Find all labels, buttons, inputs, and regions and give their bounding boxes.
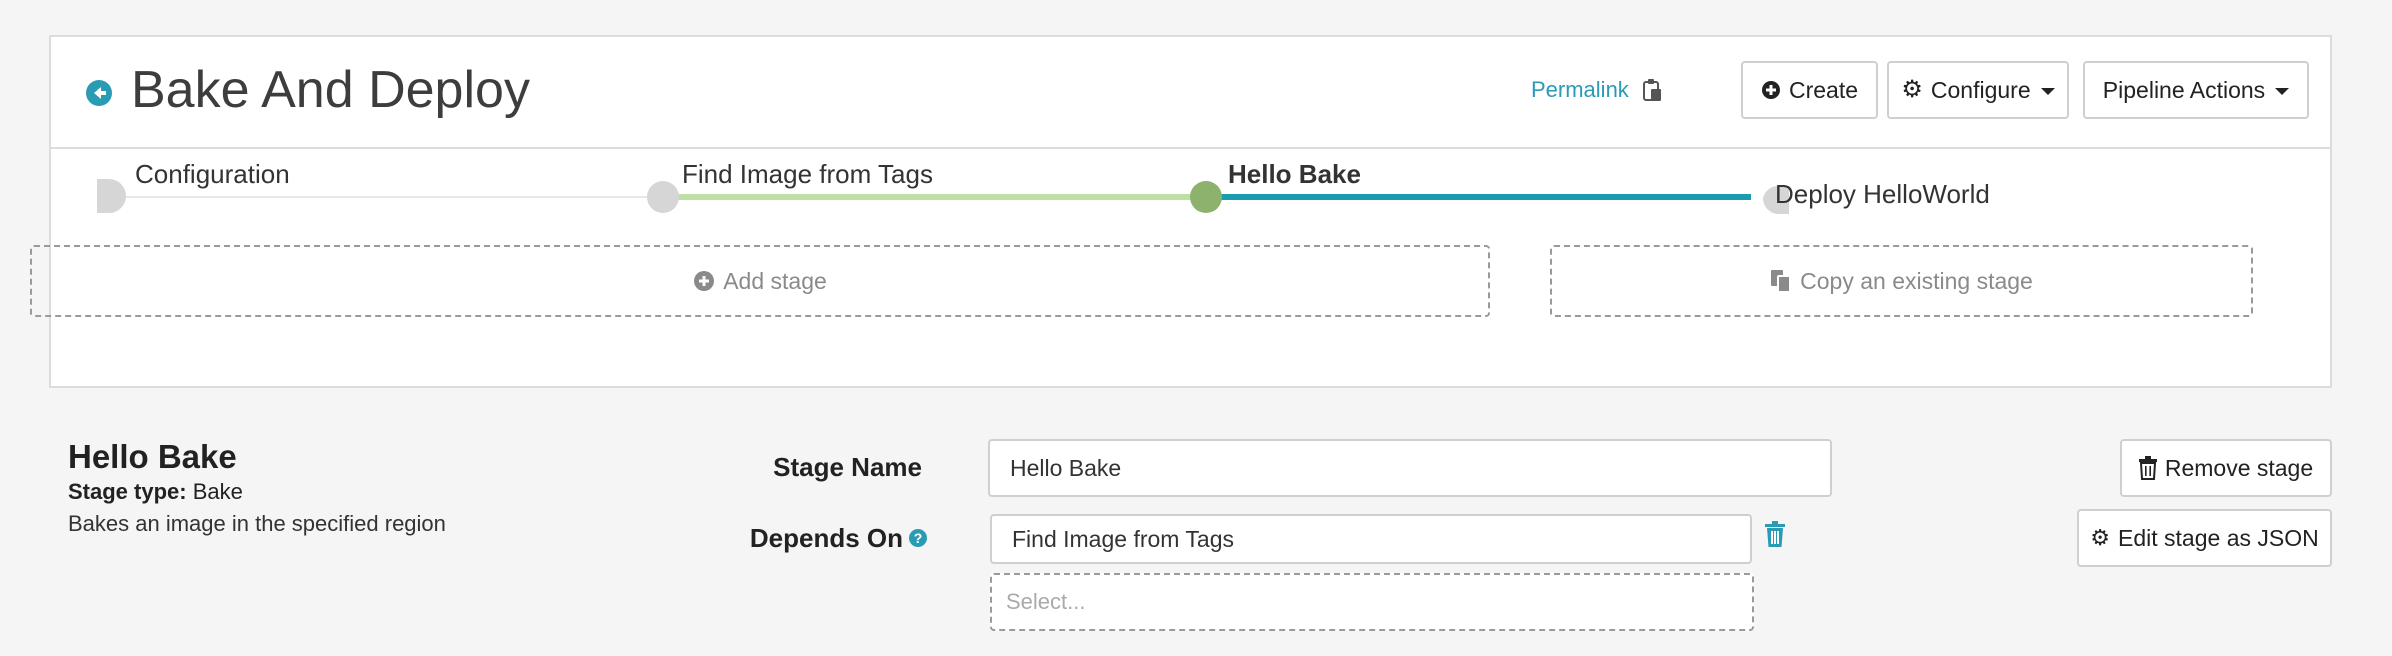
stage-name-label: Stage Name bbox=[773, 452, 922, 482]
gear-icon: ⚙ bbox=[2090, 525, 2111, 550]
edit-stage-json-label: Edit stage as JSON bbox=[2118, 524, 2319, 551]
configure-button[interactable]: ⚙ Configure bbox=[1887, 61, 2069, 119]
configure-button-label: Configure bbox=[1930, 76, 2031, 103]
copy-stage-label: Copy an existing stage bbox=[1800, 267, 2033, 294]
clipboard-icon[interactable] bbox=[1641, 77, 1663, 103]
gear-icon: ⚙ bbox=[1901, 76, 1923, 103]
stage-type-label: Stage type: bbox=[68, 479, 187, 504]
stage-label-deploy[interactable]: Deploy HelloWorld bbox=[1775, 179, 1990, 210]
pipeline-title: Bake And Deploy bbox=[131, 61, 530, 119]
permalink-link[interactable]: Permalink bbox=[1531, 77, 1629, 103]
depends-on-select-placeholder: Select... bbox=[1006, 589, 1086, 614]
remove-stage-button[interactable]: Remove stage bbox=[2120, 439, 2332, 497]
pipeline-actions-button[interactable]: Pipeline Actions bbox=[2083, 61, 2309, 119]
stage-label-hello-bake[interactable]: Hello Bake bbox=[1228, 159, 1361, 190]
add-stage-button[interactable]: Add stage bbox=[30, 245, 1490, 317]
copy-icon bbox=[1771, 270, 1792, 293]
graph-node-find-image[interactable] bbox=[647, 181, 679, 213]
remove-stage-label: Remove stage bbox=[2164, 454, 2314, 481]
depends-on-field[interactable]: Find Image from Tags bbox=[990, 514, 1752, 564]
stage-title: Hello Bake bbox=[68, 438, 237, 475]
pipeline-header: Bake And Deploy Permalink Create ⚙ Confi… bbox=[51, 37, 2330, 149]
edit-stage-json-button[interactable]: ⚙ Edit stage as JSON bbox=[2077, 509, 2332, 567]
help-icon[interactable]: ? bbox=[908, 528, 928, 548]
back-arrow-icon[interactable] bbox=[85, 79, 113, 107]
create-button-label: Create bbox=[1788, 76, 1859, 103]
graph-node-hello-bake[interactable] bbox=[1190, 181, 1222, 213]
pipeline-panel: Bake And Deploy Permalink Create ⚙ Confi… bbox=[49, 35, 2332, 388]
graph-node-configuration[interactable] bbox=[97, 179, 126, 213]
plus-circle-icon bbox=[694, 271, 715, 291]
stage-type-value: Bake bbox=[192, 479, 243, 504]
caret-down-icon bbox=[2275, 88, 2290, 95]
pipeline-actions-label: Pipeline Actions bbox=[2102, 76, 2266, 103]
plus-circle-icon bbox=[1761, 81, 1780, 99]
trash-icon[interactable] bbox=[1764, 520, 1786, 548]
stage-name-value: Hello Bake bbox=[1010, 454, 1122, 481]
stage-description: Bakes an image in the specified region bbox=[68, 511, 446, 536]
stage-label-find-image[interactable]: Find Image from Tags bbox=[682, 159, 933, 190]
copy-stage-button[interactable]: Copy an existing stage bbox=[1550, 245, 2253, 317]
stage-label-configuration[interactable]: Configuration bbox=[135, 159, 290, 190]
depends-on-value: Find Image from Tags bbox=[1012, 525, 1235, 552]
depends-on-label: Depends On bbox=[749, 523, 903, 553]
svg-text:?: ? bbox=[914, 530, 923, 546]
trash-icon bbox=[2138, 456, 2157, 480]
depends-on-select[interactable]: Select... bbox=[990, 573, 1754, 631]
stage-type: Stage type: Bake bbox=[68, 479, 243, 505]
stage-name-input[interactable]: Hello Bake bbox=[988, 439, 1832, 497]
caret-down-icon bbox=[2040, 88, 2055, 95]
create-button[interactable]: Create bbox=[1741, 61, 1878, 119]
add-stage-label: Add stage bbox=[723, 267, 827, 294]
